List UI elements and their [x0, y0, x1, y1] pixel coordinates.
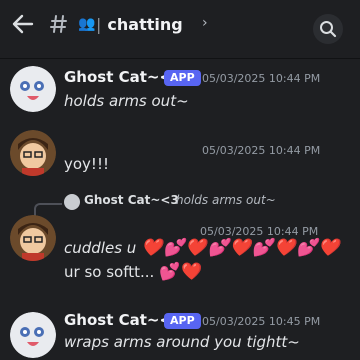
hash-icon [50, 14, 68, 37]
user-avatar[interactable] [10, 215, 56, 261]
back-arrow-icon[interactable] [12, 14, 34, 39]
search-button[interactable] [313, 14, 343, 44]
channel-header: 👥 | chatting › [0, 0, 360, 59]
channel-emoji-icon: 👥 [78, 16, 96, 32]
message-timestamp: 05/03/2025 10:45 PM [202, 315, 321, 328]
chevron-right-icon[interactable]: › [202, 16, 208, 30]
reply-author[interactable]: Ghost Cat~<3 [84, 193, 179, 207]
hearts-emoji: 💕❤️ [159, 262, 204, 282]
title-separator: | [96, 15, 102, 34]
ghost-cat-avatar[interactable] [10, 312, 56, 358]
message-line: cuddles u [64, 239, 137, 257]
channel-name: chatting [107, 15, 183, 34]
message-text: holds arms out~ [64, 92, 189, 110]
app-badge: APP [164, 313, 201, 329]
user-avatar[interactable] [10, 130, 56, 176]
ghost-cat-avatar[interactable] [10, 66, 56, 112]
message-timestamp: 05/03/2025 10:44 PM [200, 225, 319, 238]
channel-title[interactable]: | chatting [96, 15, 183, 35]
app-badge: APP [164, 70, 201, 86]
message-timestamp: 05/03/2025 10:44 PM [202, 72, 321, 85]
message-text: ur so softt... 💕❤️ [64, 262, 203, 282]
message-text: cuddles u ❤️💕❤️💕❤️💕❤️💕❤️ [64, 238, 341, 258]
message-timestamp: 05/03/2025 10:44 PM [202, 144, 321, 157]
hearts-emoji: ❤️💕❤️💕❤️💕❤️💕❤️ [141, 238, 341, 258]
message-text: wraps arms around you tightt~ [64, 333, 300, 351]
message-text: yoy!!! [64, 155, 109, 173]
reply-avatar[interactable] [64, 194, 80, 210]
reply-preview[interactable]: holds arms out~ [176, 193, 276, 207]
message-line: ur so softt... [64, 263, 160, 281]
search-icon [320, 21, 337, 38]
